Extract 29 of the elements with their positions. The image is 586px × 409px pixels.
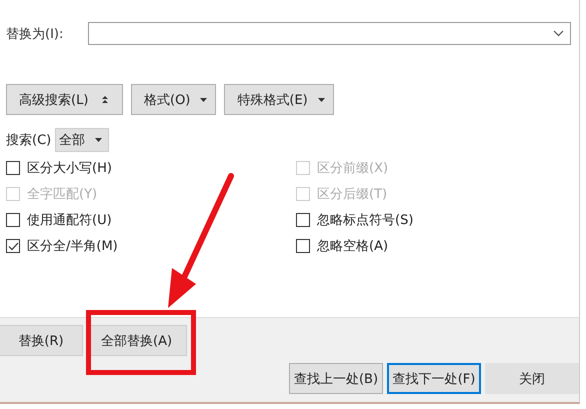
field-label: 替换为(I):	[6, 26, 64, 42]
footer-button[interactable]: 查找上一处(B)	[289, 363, 383, 394]
checkbox-label: 使用通配符(U)	[27, 212, 112, 229]
checkbox[interactable]	[296, 213, 310, 227]
checkbox[interactable]	[296, 239, 310, 253]
checkbox-label: 忽略标点符号(S)	[317, 212, 414, 229]
footer-button[interactable]: 关闭	[485, 363, 579, 394]
search-label: 搜索(C)	[6, 132, 52, 149]
checkbox[interactable]	[6, 239, 20, 253]
replace-input-field[interactable]	[88, 22, 571, 45]
checkbox-label: 全字匹配(Y)	[27, 186, 98, 203]
caret-icon	[200, 98, 208, 102]
checkbox-label: 区分前缀(X)	[317, 160, 388, 177]
checkbox-label: 区分全/半角(M)	[27, 238, 118, 255]
search-scope-dropdown[interactable]: 全部	[55, 128, 110, 152]
checkbox[interactable]	[6, 161, 20, 175]
replace-button[interactable]: 替换(R)	[0, 325, 83, 356]
checkbox-label: 区分大小写(H)	[27, 160, 112, 177]
chevron-icon	[553, 30, 564, 37]
caret-icon	[318, 98, 325, 102]
checkbox-label: 忽略空格(A)	[317, 238, 388, 255]
option-button[interactable]: 格式(O)	[131, 84, 216, 115]
caret-icon	[95, 138, 102, 142]
checkbox[interactable]	[6, 213, 20, 227]
option-button[interactable]: 特殊格式(E)	[224, 84, 334, 115]
footer-button[interactable]: 查找下一处(F)	[387, 363, 481, 394]
option-button[interactable]: 高级搜索(L)	[6, 84, 123, 115]
checkbox-label: 区分后缀(T)	[317, 186, 388, 203]
collapse-icon	[102, 96, 108, 104]
